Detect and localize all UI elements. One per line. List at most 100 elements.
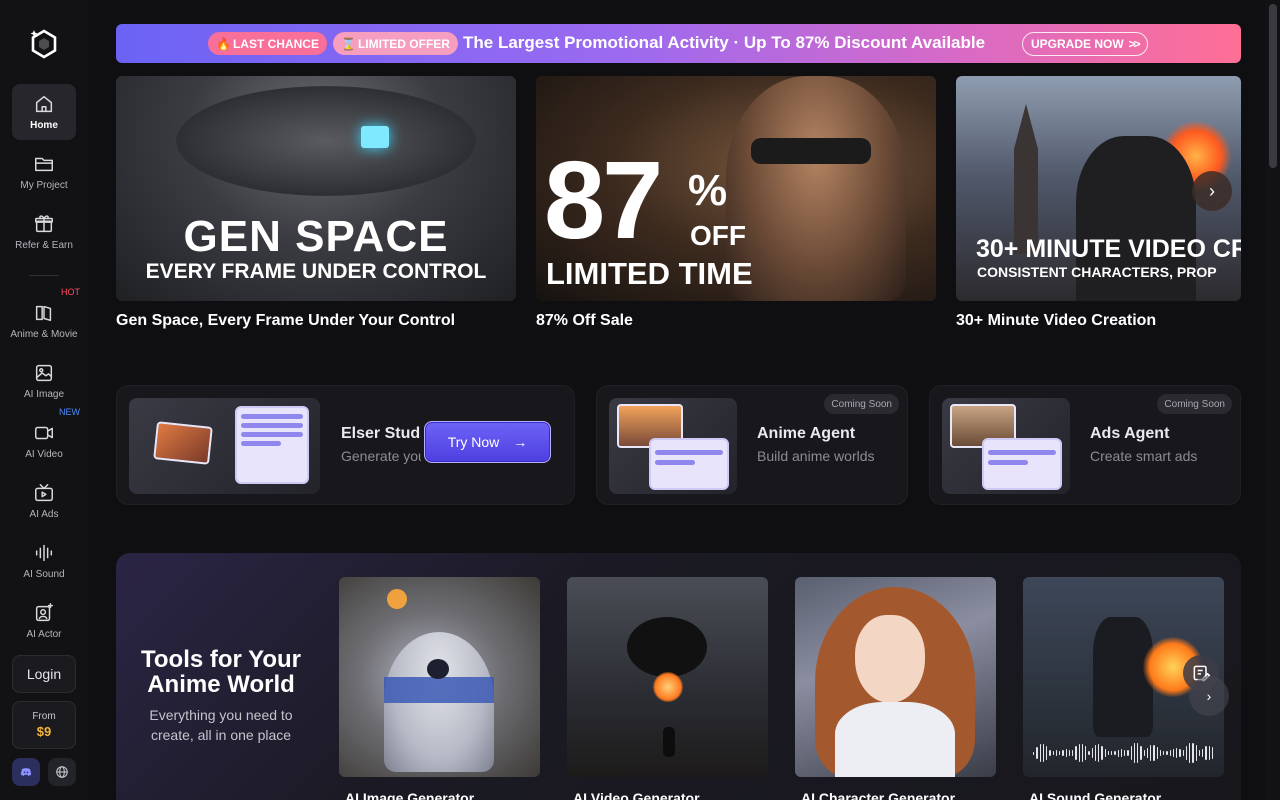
panel-bar [988,460,1028,465]
waveform-bar [1130,746,1132,760]
waveform-bar [1211,747,1213,759]
pricing-value: $9 [36,724,52,739]
tool-label[interactable]: AI Video Generator [573,790,700,800]
robot-eye [427,659,449,679]
banner-sale[interactable]: 87 % OFF LIMITED TIME [536,76,936,301]
waveform-bar [1039,744,1041,762]
waveform-bar [1068,750,1070,756]
waveform-bar [1133,743,1135,763]
waveform-bar [1052,750,1054,756]
sidebar-item-ai-ads[interactable]: AI Ads [12,473,76,529]
agent-card-anime-agent[interactable]: Coming Soon Anime Agent Build anime worl… [596,385,908,505]
agent-title: Ads Agent [1090,425,1170,442]
discord-button[interactable] [12,758,40,786]
logo-icon[interactable] [30,28,58,60]
waveform-bar [1098,744,1100,762]
waveform-bar [1166,751,1168,755]
limited-offer-pill: ⌛ LIMITED OFFER [333,32,458,55]
sidebar-item-ai-video[interactable]: NEW AI Video [12,407,80,469]
sidebar-item-anime-movie[interactable]: HOT Anime & Movie [10,287,80,349]
banner-caption[interactable]: 87% Off Sale [536,312,633,330]
tool-card-ai-image[interactable] [339,577,540,777]
sidebar-item-ai-actor[interactable]: AI Actor [12,593,76,649]
waveform-bar [1205,745,1207,761]
last-chance-label: LAST CHANCE [232,36,319,51]
sidebar-item-refer-earn[interactable]: Refer & Earn [12,204,76,260]
waveform-bar [1091,747,1093,759]
sidebar-item-label: Refer & Earn [15,240,73,251]
waveform-bar [1094,744,1096,762]
sidebar-item-my-project[interactable]: My Project [12,144,76,200]
sidebar-item-ai-image[interactable]: AI Image [12,353,76,409]
waveform-bar [1169,750,1171,756]
sidebar-item-label: AI Sound [23,569,65,580]
scrollbar[interactable] [1265,0,1280,800]
sidebar-item-label: Anime & Movie [10,329,78,340]
waveform-bar [1104,749,1106,757]
waveform-bar [1159,749,1161,757]
hourglass-icon: ⌛ [341,36,356,51]
waveform-bar [1075,746,1077,760]
coming-soon-badge: Coming Soon [824,394,899,414]
last-chance-pill: 🔥 LAST CHANCE [208,32,327,55]
waveform-bar [1156,746,1158,760]
waveform-bar [1117,749,1119,757]
fire-icon: 🔥 [216,36,231,51]
banner-caption[interactable]: 30+ Minute Video Creation [956,312,1156,330]
tools-next-button[interactable]: › [1189,676,1229,716]
anime-face [855,615,925,703]
panel-bar [241,441,281,446]
discount-off: OFF [690,220,746,251]
folder-icon [35,157,53,172]
pricing-button[interactable]: From $9 [12,701,76,749]
agent-card-ads-agent[interactable]: Coming Soon Ads Agent Create smart ads [929,385,1241,505]
try-now-button[interactable]: Try Now → [424,421,551,463]
hot-badge: HOT [61,287,80,297]
robot-band [384,677,494,703]
sidebar-item-home[interactable]: Home [12,84,76,140]
tools-section: Tools for Your Anime World Everything yo… [116,553,1241,800]
tv-icon [35,484,53,502]
banner-headline: GEN SPACE [183,212,449,261]
language-button[interactable] [48,758,76,786]
sidebar-item-ai-sound[interactable]: AI Sound [12,533,76,589]
waveform-bar [1172,748,1174,758]
waveform-bar [1176,748,1178,758]
promo-banner[interactable]: 🔥 LAST CHANCE ⌛ LIMITED OFFER The Larges… [116,24,1241,63]
tool-card-ai-character[interactable] [795,577,996,777]
waveform-bar [1042,743,1044,763]
waveform-bar [1163,751,1165,755]
tool-label[interactable]: AI Character Generator [801,790,955,800]
sidebar-item-label: AI Actor [26,629,62,640]
sidebar-item-label: My Project [20,180,68,191]
tools-subtitle-line: create, all in one place [150,727,292,744]
waveform-bar [1046,746,1048,760]
waveform-bar [1033,751,1035,755]
banner-gen-space[interactable]: GEN SPACE EVERY FRAME UNDER CONTROL [116,76,516,301]
spaceship-illustration [176,86,476,196]
carousel-next-button[interactable]: › [1192,171,1232,211]
banner-headline: 30+ MINUTE VIDEO CR [976,235,1241,263]
new-badge: NEW [59,407,80,417]
waveform-bar [1059,751,1061,755]
agent-thumbnail [129,398,320,494]
agent-thumbnail [942,398,1070,494]
tools-subtitle-line: Everything you need to [149,707,293,723]
login-button[interactable]: Login [12,655,76,693]
tool-label[interactable]: AI Sound Generator [1029,790,1161,800]
scrollbar-thumb[interactable] [1269,4,1277,168]
tool-label[interactable]: AI Image Generator [345,790,474,800]
tool-card-ai-video[interactable] [567,577,768,777]
limited-offer-label: LIMITED OFFER [357,36,450,51]
banner-caption[interactable]: Gen Space, Every Frame Under Your Contro… [116,312,455,330]
audio-waveform [1033,742,1213,764]
sidebar-item-label: Home [30,120,58,131]
banner-subheadline: CONSISTENT CHARACTERS, PROP [977,264,1217,280]
upgrade-now-button[interactable]: UPGRADE NOW >> [1022,32,1148,56]
agent-subtitle: Generate you [341,448,426,464]
image-icon [35,364,53,382]
panel-bar [655,450,723,455]
waveform-bar [1081,743,1083,763]
limited-time-label: LIMITED TIME [546,256,753,291]
photo-thumbnail [153,421,213,465]
